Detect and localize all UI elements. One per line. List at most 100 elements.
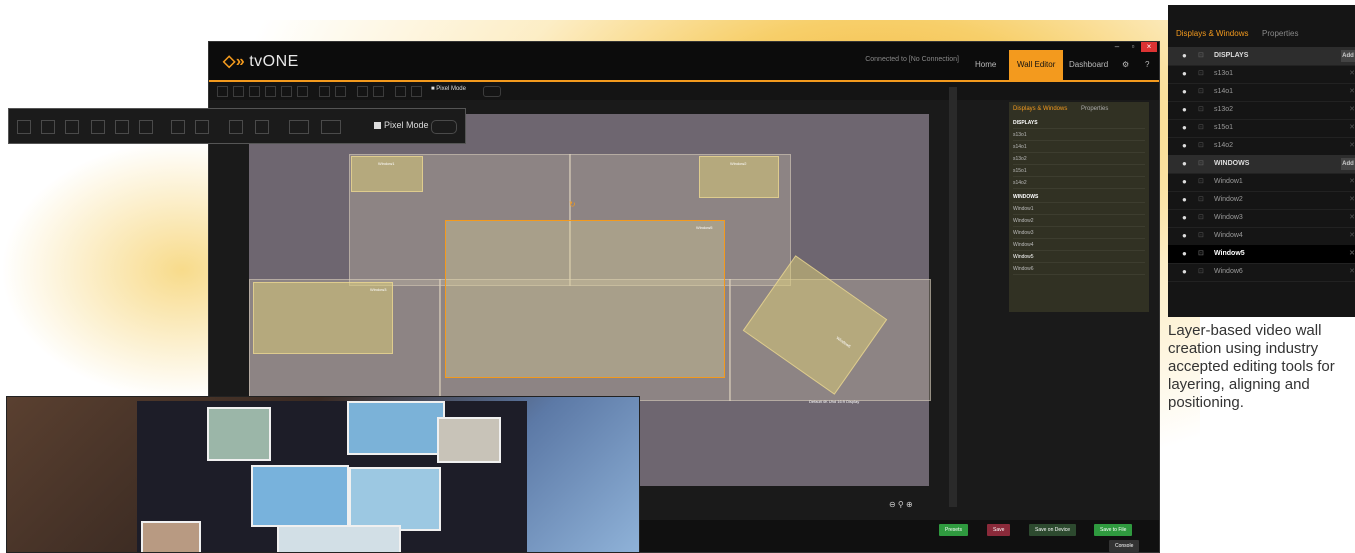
save-to-file-button[interactable]: Save to File <box>1094 524 1133 536</box>
console-button[interactable]: Console <box>1109 540 1140 552</box>
window-2-label: Window2 <box>730 161 747 166</box>
rotate-handle-icon[interactable]: ↻ <box>569 200 576 209</box>
help-icon[interactable]: ? <box>1137 50 1157 80</box>
panel-display-item[interactable]: s14o1 <box>1013 142 1145 153</box>
minimize-icon[interactable]: – <box>1109 42 1125 52</box>
panel-display-item[interactable]: s13o1 <box>1013 130 1145 141</box>
zoom-controls[interactable]: ⊖ ⚲ ⊕ <box>889 500 1009 510</box>
align-bottom-icon <box>139 120 153 134</box>
panel-window-item[interactable]: Window1 <box>1013 204 1145 215</box>
gear-icon[interactable]: ⚙ <box>1114 50 1137 80</box>
distribute-h-icon[interactable] <box>319 86 330 97</box>
eye-icon: ● <box>1182 249 1187 258</box>
remove-icon: ✕ <box>1349 142 1355 149</box>
callout-window-item-selected: ● ⊡ Window5 ✕ <box>1168 245 1355 264</box>
callout-display-item: ● ⊡ s13o1 ✕ <box>1168 65 1355 84</box>
save-on-device-button[interactable]: Save on Device <box>1029 524 1077 536</box>
lock-icon: ⊡ <box>1198 124 1204 131</box>
lock-icon: ⊡ <box>1198 232 1204 239</box>
layer-icon[interactable] <box>411 86 422 97</box>
panel-window-item[interactable]: Window6 <box>1013 264 1145 275</box>
remove-icon: ✕ <box>1349 178 1355 185</box>
window-6-label: Window6 <box>835 335 852 349</box>
add-display-button: Add <box>1341 50 1355 62</box>
maximize-icon[interactable]: ▫ <box>1125 42 1141 52</box>
vertical-scrollbar[interactable] <box>949 87 957 507</box>
eye-icon: ● <box>1182 69 1187 78</box>
lock-icon: ⊡ <box>1198 178 1204 185</box>
remove-icon: ✕ <box>1349 70 1355 77</box>
panel-window-item-selected[interactable]: Window5 <box>1013 252 1145 263</box>
panel-window-item[interactable]: Window4 <box>1013 240 1145 251</box>
callout-window-item: ● ⊡ Window4 ✕ <box>1168 227 1355 246</box>
window-3[interactable]: Window3 <box>253 282 393 354</box>
remove-icon: ✕ <box>1349 88 1355 95</box>
callout-display-item: ● ⊡ s14o1 ✕ <box>1168 83 1355 102</box>
align-right-icon[interactable] <box>249 86 260 97</box>
photo-frame <box>347 401 445 455</box>
lock-icon: ⊡ <box>1198 268 1204 275</box>
panel-window-item[interactable]: Window3 <box>1013 228 1145 239</box>
eye-icon: ● <box>1182 213 1187 222</box>
align-left-icon <box>17 120 31 134</box>
callout-window-label: Window4 <box>1214 232 1243 239</box>
align-center-icon <box>41 120 55 134</box>
tab-properties[interactable]: Properties <box>1081 106 1108 112</box>
panel-display-item[interactable]: s15o1 <box>1013 166 1145 177</box>
callout-displays-header: ● ⊡ DISPLAYS Add <box>1168 47 1355 66</box>
grid-icon <box>229 120 243 134</box>
align-top-icon[interactable] <box>265 86 276 97</box>
callout-display-label: s13o1 <box>1214 70 1234 77</box>
panel-display-item[interactable]: s13o2 <box>1013 154 1145 165</box>
nav-wall-editor[interactable]: Wall Editor <box>1009 50 1064 80</box>
callout-tab-properties: Properties <box>1262 29 1299 38</box>
window-5-selected[interactable]: Window5 <box>445 220 725 378</box>
pixel-mode-toggle[interactable]: ■ Pixel Mode <box>431 86 466 92</box>
checkbox-icon <box>374 122 381 130</box>
tab-displays-windows[interactable]: Displays & Windows <box>1013 106 1067 112</box>
preview-icon[interactable] <box>483 86 501 97</box>
preview-icon <box>431 120 457 134</box>
window-2[interactable]: Window2 <box>699 156 779 198</box>
align-middle-icon[interactable] <box>281 86 292 97</box>
align-left-icon[interactable] <box>217 86 228 97</box>
panel-display-item[interactable]: s14o2 <box>1013 178 1145 189</box>
align-bottom-icon[interactable] <box>297 86 308 97</box>
presets-button[interactable]: Presets <box>939 524 968 536</box>
eye-icon: ● <box>1182 141 1187 150</box>
distribute-h-icon <box>171 120 185 134</box>
window-5-label: Window5 <box>696 225 713 230</box>
save-button[interactable]: Save <box>987 524 1011 536</box>
callout-display-item: ● ⊡ s13o2 ✕ <box>1168 101 1355 120</box>
panel-window-item[interactable]: Window2 <box>1013 216 1145 227</box>
photo-frame <box>141 521 201 552</box>
brand-name: tvONE <box>249 53 299 70</box>
pixel-mode-callout-label: Pixel Mode <box>384 120 429 130</box>
snap-grid-icon <box>255 120 269 134</box>
remove-icon: ✕ <box>1349 196 1355 203</box>
align-top-icon <box>91 120 105 134</box>
lock-icon: ⊡ <box>1198 196 1204 203</box>
caption-text: Layer-based video wall creation using in… <box>1168 322 1335 411</box>
eye-icon: ● <box>1182 267 1187 276</box>
displays-header: DISPLAYS <box>1013 118 1145 129</box>
nav-home[interactable]: Home <box>967 50 1004 80</box>
window-1[interactable]: Window1 <box>351 156 423 192</box>
snap-grid-icon[interactable] <box>373 86 384 97</box>
nav-dashboard[interactable]: Dashboard <box>1061 50 1116 80</box>
photo-frame <box>437 417 501 463</box>
arrow-left-icon[interactable] <box>395 86 406 97</box>
callout-display-item: ● ⊡ s15o1 ✕ <box>1168 119 1355 138</box>
lock-icon: ⊡ <box>1198 214 1204 221</box>
align-right-icon <box>65 120 79 134</box>
wall-surface <box>137 401 527 552</box>
align-center-icon[interactable] <box>233 86 244 97</box>
callout-display-label: s14o1 <box>1214 88 1234 95</box>
distribute-v-icon[interactable] <box>335 86 346 97</box>
window-1-label: Window1 <box>378 161 395 166</box>
photo-frame <box>251 465 349 527</box>
callout-window-label: Window1 <box>1214 178 1243 185</box>
close-icon[interactable]: × <box>1141 42 1157 52</box>
lock-icon: ⊡ <box>1198 250 1204 257</box>
grid-icon[interactable] <box>357 86 368 97</box>
